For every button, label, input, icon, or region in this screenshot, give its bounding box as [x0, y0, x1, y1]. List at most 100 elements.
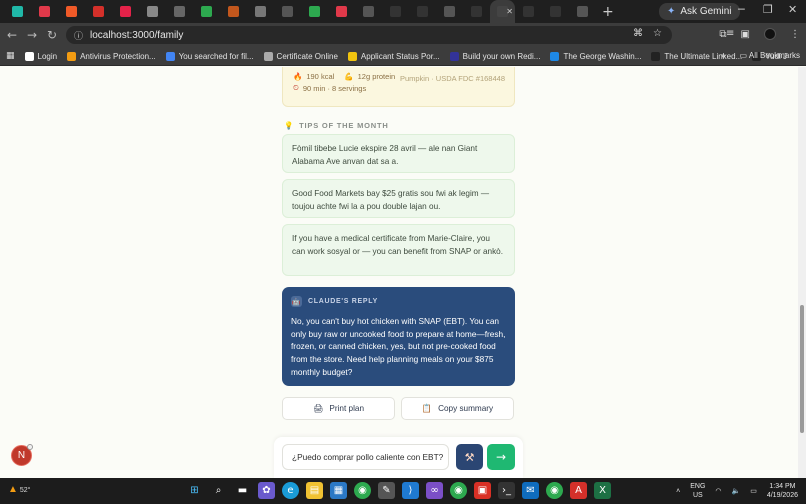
- profile-avatar[interactable]: [764, 28, 776, 40]
- print-plan-label: Print plan: [329, 404, 364, 413]
- browser-tab[interactable]: ✕: [490, 0, 515, 23]
- paint-icon[interactable]: ✎: [378, 482, 395, 499]
- delta-icon: [390, 6, 401, 17]
- tips-title: TIPS OF THE MONTH: [299, 121, 389, 130]
- browser-tab[interactable]: ✕: [463, 0, 490, 23]
- lang-code: ENG: [690, 483, 706, 490]
- new-tab-button[interactable]: +: [602, 4, 614, 20]
- tip-text: Fòmil tibebe Lucie ekspire 28 avril — al…: [292, 144, 478, 166]
- terminal-icon[interactable]: ›_: [498, 482, 515, 499]
- store-icon[interactable]: ▦: [330, 482, 347, 499]
- scrollbar-thumb[interactable]: [800, 305, 804, 433]
- copy-summary-button[interactable]: 📋 Copy summary: [401, 397, 514, 420]
- battery-icon[interactable]: ▭: [750, 487, 757, 495]
- status-dot: [27, 444, 33, 450]
- widgets-icon[interactable]: ✿: [258, 482, 275, 499]
- forward-button[interactable]: →: [22, 28, 42, 42]
- bookmark-item[interactable]: Certificate Online: [263, 51, 338, 61]
- orange-app-icon: [66, 6, 77, 17]
- browser-tab[interactable]: ✕: [274, 0, 301, 23]
- browser-tab[interactable]: ✕: [58, 0, 85, 23]
- excel-icon[interactable]: X: [594, 482, 611, 499]
- browser-tab[interactable]: ✕: [355, 0, 382, 23]
- acrobat-taskbar-icon[interactable]: A: [570, 482, 587, 499]
- bookmark-item[interactable]: Build your own Redi...: [449, 51, 540, 61]
- maximize-button[interactable]: ❐: [763, 3, 773, 16]
- language-indicator[interactable]: ENG US: [690, 482, 705, 500]
- vscode-icon[interactable]: ⟩: [402, 482, 419, 499]
- reload-button[interactable]: ↻: [42, 28, 62, 42]
- bookmark-favicon-icon: [550, 51, 560, 61]
- site-info-icon[interactable]: ⓘ: [74, 29, 83, 42]
- browser-tab[interactable]: ✕: [247, 0, 274, 23]
- bookmark-item[interactable]: Login: [24, 51, 58, 61]
- bookmark-item[interactable]: You searched for fil...: [165, 51, 254, 61]
- browser-tab[interactable]: ✕: [569, 0, 596, 23]
- browser-tab[interactable]: ✕: [31, 0, 58, 23]
- user-initial: N: [17, 450, 26, 461]
- muscle-icon: 💪: [344, 72, 354, 81]
- edge-icon[interactable]: e: [282, 482, 299, 499]
- tab-search-icon[interactable]: ≡: [726, 28, 734, 39]
- user-avatar[interactable]: N: [11, 444, 33, 466]
- send-button[interactable]: →: [487, 444, 515, 470]
- bookmark-label: Antivirus Protection...: [80, 51, 156, 61]
- bookmark-item[interactable]: Applicant Status Por...: [347, 51, 440, 61]
- bookmark-label: Login: [37, 51, 58, 61]
- browser-tab[interactable]: ✕: [4, 0, 31, 23]
- search-icon[interactable]: ⌕: [210, 482, 227, 499]
- close-tab-icon[interactable]: ✕: [506, 7, 513, 16]
- browser-tab[interactable]: ✕: [382, 0, 409, 23]
- browser-tab[interactable]: ✕: [193, 0, 220, 23]
- all-bookmarks-button[interactable]: ▭ All Bookmarks: [740, 51, 800, 60]
- chrome-alt-icon[interactable]: ◉: [450, 482, 467, 499]
- message-input[interactable]: ¿Puedo comprar pollo caliente con EBT?: [282, 444, 449, 470]
- wifi-icon[interactable]: ◠: [715, 487, 721, 495]
- outlook-icon[interactable]: ✉: [522, 482, 539, 499]
- browser-tab[interactable]: ✕: [436, 0, 463, 23]
- print-plan-button[interactable]: 🖨 Print plan: [282, 397, 395, 420]
- chevron-up-icon[interactable]: ˄: [676, 488, 680, 495]
- browser-tab[interactable]: ✕: [166, 0, 193, 23]
- browser-tab[interactable]: ✕: [139, 0, 166, 23]
- weather-widget[interactable]: ▲ 52°: [8, 484, 30, 495]
- reply-body: No, you can't buy hot chicken with SNAP …: [291, 316, 506, 377]
- back-button[interactable]: ←: [2, 28, 22, 42]
- visual-studio-icon[interactable]: ∞: [426, 482, 443, 499]
- browser-tab[interactable]: ✕: [220, 0, 247, 23]
- browser-tab[interactable]: ✕: [409, 0, 436, 23]
- clock[interactable]: 1:34 PM 4/19/2026: [767, 482, 798, 500]
- openai-icon: [363, 6, 374, 17]
- menu-icon[interactable]: ⋮: [790, 29, 800, 40]
- browser-tab[interactable]: ✕: [112, 0, 139, 23]
- close-window-button[interactable]: ✕: [788, 3, 797, 16]
- bookmark-star-icon[interactable]: ☆: [653, 28, 662, 39]
- sidepanel-icon[interactable]: ▣: [741, 29, 750, 40]
- gmail-icon: [147, 6, 158, 17]
- start-icon[interactable]: ⊞: [186, 482, 203, 499]
- delta-icon: [523, 6, 534, 17]
- file-explorer-icon[interactable]: ▤: [306, 482, 323, 499]
- apps-grid-icon[interactable]: ▦: [6, 51, 15, 61]
- ask-gemini-button[interactable]: ✦ Ask Gemini: [659, 3, 740, 20]
- bookmark-item[interactable]: The George Washin...: [550, 51, 641, 61]
- red-app-icon[interactable]: ▣: [474, 482, 491, 499]
- browser-tab[interactable]: ✕: [515, 0, 542, 23]
- tips-heading: 💡 TIPS OF THE MONTH: [284, 121, 389, 130]
- page-scrollbar[interactable]: [798, 67, 806, 478]
- browser-tab[interactable]: ✕: [301, 0, 328, 23]
- bookmark-item[interactable]: Antivirus Protection...: [67, 51, 156, 61]
- more-bookmarks-icon[interactable]: »: [721, 51, 725, 60]
- task-view-icon[interactable]: ▬: [234, 482, 251, 499]
- chrome-icon[interactable]: ◉: [354, 482, 371, 499]
- volume-icon[interactable]: 🔈: [732, 487, 741, 495]
- minimize-button[interactable]: ─: [738, 3, 745, 16]
- browser-tab[interactable]: ✕: [542, 0, 569, 23]
- voice-input-button[interactable]: ⚒: [456, 444, 483, 470]
- browser-tab[interactable]: ✕: [85, 0, 112, 23]
- browser-tab[interactable]: ✕: [328, 0, 355, 23]
- folder-icon: ▭: [739, 51, 748, 60]
- chrome-profile-icon[interactable]: ◉: [546, 482, 563, 499]
- translate-icon[interactable]: ⌘: [633, 28, 643, 39]
- address-bar[interactable]: ⓘ localhost:3000/family ⌘ ☆: [66, 26, 672, 44]
